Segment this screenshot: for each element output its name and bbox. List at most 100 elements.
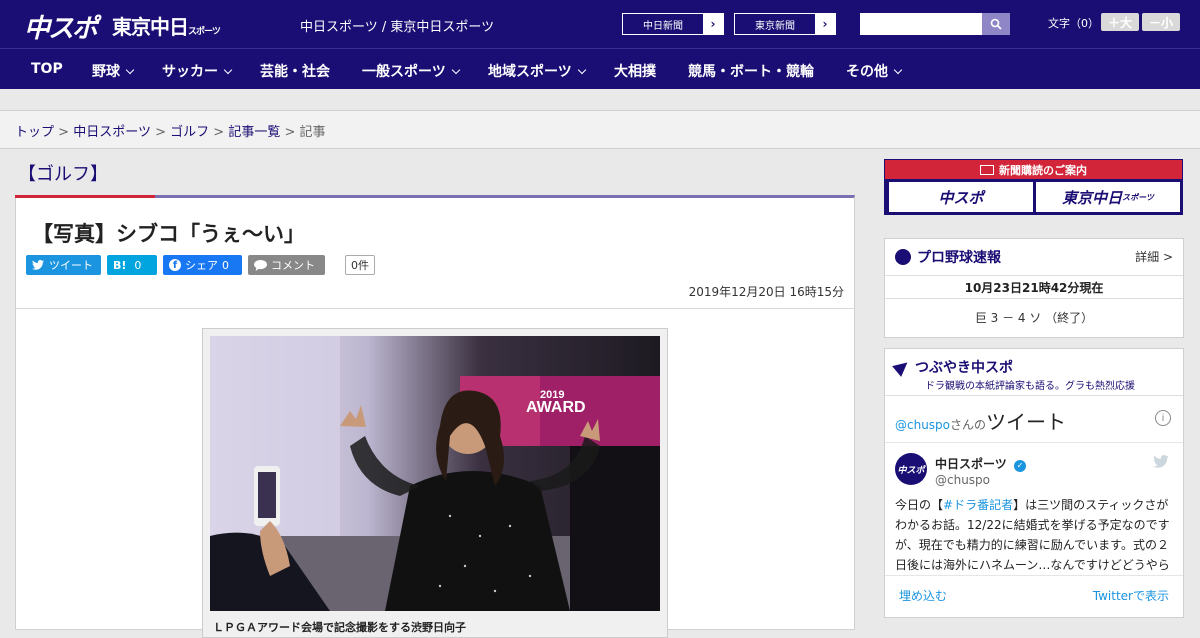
- nav-item-sumo[interactable]: 大相撲: [614, 61, 656, 81]
- timeline-footer-divider: [885, 575, 1183, 576]
- chevron-down-icon: [125, 65, 135, 75]
- photo-caption: ＬＰＧＡアワード会場で記念撮影をする渋野日向子: [213, 621, 466, 634]
- nav-item-general-sports[interactable]: 一般スポーツ: [362, 61, 460, 81]
- top-header: 中スポ 東京中日スポーツ 中日スポーツ / 東京中日スポーツ 中日新聞 › 東京…: [0, 0, 1200, 48]
- chunichi-shimbun-link[interactable]: 中日新聞 ›: [622, 13, 724, 35]
- tweets-widget-title: つぶやき中スポ: [892, 357, 1013, 377]
- hatena-b-icon: B!: [113, 258, 127, 272]
- nav-item-baseball[interactable]: 野球: [92, 61, 135, 81]
- timeline-handle[interactable]: @chuspoさんのツイート: [895, 406, 1066, 435]
- tokyo-logo-small: スポーツ: [188, 27, 221, 37]
- breadcrumb-article-list[interactable]: 記事一覧: [228, 125, 280, 140]
- nav-label: 野球: [92, 64, 120, 80]
- search-button[interactable]: [982, 13, 1010, 35]
- nav-label: 一般スポーツ: [362, 64, 446, 80]
- tokyo-shimbun-link[interactable]: 東京新聞 ›: [734, 13, 836, 35]
- timeline-handle-prefix: @chuspo: [895, 418, 951, 432]
- baseball-datetime: 10月23日21時42分現在: [885, 275, 1183, 299]
- baseball-detail-link[interactable]: 詳細 >: [1135, 248, 1173, 265]
- baseball-title-text: プロ野球速報: [917, 250, 1001, 266]
- timeline-header: @chuspoさんのツイート i: [885, 395, 1183, 443]
- breadcrumb-top[interactable]: トップ: [15, 125, 54, 140]
- breadcrumb: トップ > 中日スポーツ > ゴルフ > 記事一覧 > 記事: [0, 111, 1200, 149]
- chevron-down-icon: [893, 65, 903, 75]
- hatena-count: 0: [134, 258, 142, 272]
- view-on-twitter-link[interactable]: Twitterで表示: [1093, 587, 1169, 604]
- baseball-scores-widget: プロ野球速報 詳細 > 10月23日21時42分現在 巨 3 － 4 ソ （終了…: [884, 238, 1184, 338]
- nav-item-other[interactable]: その他: [846, 61, 903, 81]
- facebook-count: 0: [222, 258, 229, 272]
- tweets-subtitle: ドラ観戦の本紙評論家も語る。グラも熱烈応援: [925, 381, 1135, 392]
- header-divider: [16, 308, 854, 309]
- nav-item-entertainment[interactable]: 芸能・社会: [260, 61, 330, 81]
- breadcrumb-golf[interactable]: ゴルフ: [170, 125, 209, 140]
- avatar[interactable]: 中スポ: [895, 453, 927, 485]
- article-card: 【写真】シブコ「うぇ～い」 ツイート B! 0 f シェア 0 コメント 0件 …: [15, 195, 855, 638]
- link-label: 中日新聞: [643, 20, 683, 32]
- account-name-text: 中日スポーツ: [935, 457, 1007, 471]
- tweet-text-before: 今日の【: [895, 498, 944, 512]
- nav-label: サッカー: [162, 64, 218, 80]
- tweets-widget: つぶやき中スポ ドラ観戦の本紙評論家も語る。グラも熱烈応援 @chuspoさんの…: [884, 348, 1184, 618]
- publish-date: 2019年12月20日 16時15分: [688, 285, 844, 299]
- tweet-label: ツイート: [49, 259, 93, 272]
- nav-label: 芸能・社会: [260, 64, 330, 80]
- baseball-score[interactable]: 巨 3 － 4 ソ （終了）: [885, 309, 1183, 326]
- nav-item-racing[interactable]: 競馬・ボート・競輪: [688, 61, 814, 81]
- search-input[interactable]: [860, 13, 984, 35]
- tweet-hashtag[interactable]: #ドラ番記者: [943, 498, 1013, 512]
- tweet-button[interactable]: ツイート: [26, 255, 101, 275]
- nav-label: 地域スポーツ: [488, 64, 572, 80]
- timeline-tweets-label: ツイート: [986, 410, 1067, 434]
- subscribe-tokyo-small: スポーツ: [1122, 192, 1154, 202]
- breadcrumb-chunichi-sports[interactable]: 中日スポーツ: [73, 125, 151, 140]
- hatena-bookmark-button[interactable]: B! 0: [107, 255, 157, 275]
- tweet-text: 今日の【#ドラ番記者】は三ツ間のスティックさがわかるお話。12/22に結婚式を挙…: [895, 495, 1177, 571]
- chevron-down-icon: [223, 65, 233, 75]
- subscription-title-text: 新聞購読のご案内: [999, 163, 1087, 177]
- link-label: 東京新聞: [755, 20, 795, 32]
- search-icon: [990, 18, 1002, 30]
- nav-item-top[interactable]: TOP: [31, 61, 63, 77]
- nav-item-soccer[interactable]: サッカー: [162, 61, 233, 81]
- chevron-down-icon: [451, 65, 460, 75]
- embed-link[interactable]: 埋め込む: [899, 587, 947, 604]
- global-nav: TOP 野球 サッカー 芸能・社会 一般スポーツ 地域スポーツ 大相撲 競馬・ボ…: [0, 48, 1200, 89]
- tweets-title-text: つぶやき中スポ: [915, 360, 1013, 376]
- backdrop-text-award: AWARD: [526, 399, 586, 416]
- photo-figure: 2019 AWARD ＬＰＧＡアワード会場で記念撮影をする渋野日向子: [202, 328, 668, 638]
- nav-label: 大相撲: [614, 64, 656, 80]
- newspaper-icon: [980, 164, 994, 175]
- nav-item-regional-sports[interactable]: 地域スポーツ: [488, 61, 586, 81]
- article-headline: 【写真】シブコ「うぇ～い」: [32, 222, 305, 246]
- font-size-label: 文字（0）: [1048, 17, 1099, 30]
- tokyo-chunichi-logo[interactable]: 東京中日スポーツ: [112, 11, 221, 40]
- spacer-strip: [0, 89, 1200, 111]
- twitter-bird-icon[interactable]: [1153, 455, 1169, 468]
- subscribe-tokyo-button[interactable]: 東京中日 スポーツ: [1036, 182, 1180, 212]
- font-smaller-button[interactable]: －小: [1142, 13, 1180, 31]
- comment-count: 0件: [345, 255, 375, 275]
- account-name[interactable]: 中日スポーツ ✓: [935, 455, 1026, 472]
- nav-label: TOP: [31, 61, 63, 77]
- accent-bar: [15, 195, 155, 198]
- tokyo-logo-text: 東京中日: [112, 15, 189, 39]
- chuspo-logo[interactable]: 中スポ: [24, 8, 98, 45]
- facebook-share-label: シェア: [185, 259, 218, 272]
- font-larger-button[interactable]: ＋大: [1101, 13, 1139, 31]
- facebook-share-button[interactable]: f シェア 0: [163, 255, 242, 275]
- subscription-banner[interactable]: 新聞購読のご案内 中スポ 東京中日 スポーツ: [884, 159, 1183, 215]
- breadcrumb-separator: >: [284, 125, 296, 140]
- comment-label: コメント: [271, 259, 315, 272]
- info-icon[interactable]: i: [1155, 410, 1171, 426]
- subscription-title: 新聞購読のご案内: [885, 160, 1182, 179]
- chevron-down-icon: [577, 65, 586, 75]
- subscribe-tokyo-text: 東京中日: [1062, 188, 1123, 207]
- breadcrumb-separator: >: [58, 125, 70, 140]
- chevron-right-icon: ›: [703, 14, 723, 34]
- article-photo[interactable]: 2019 AWARD: [210, 336, 660, 611]
- speech-bubble-icon: [254, 259, 267, 271]
- comment-button[interactable]: コメント: [248, 255, 325, 275]
- subscribe-chuspo-button[interactable]: 中スポ: [889, 182, 1033, 212]
- account-handle[interactable]: @chuspo: [935, 473, 990, 487]
